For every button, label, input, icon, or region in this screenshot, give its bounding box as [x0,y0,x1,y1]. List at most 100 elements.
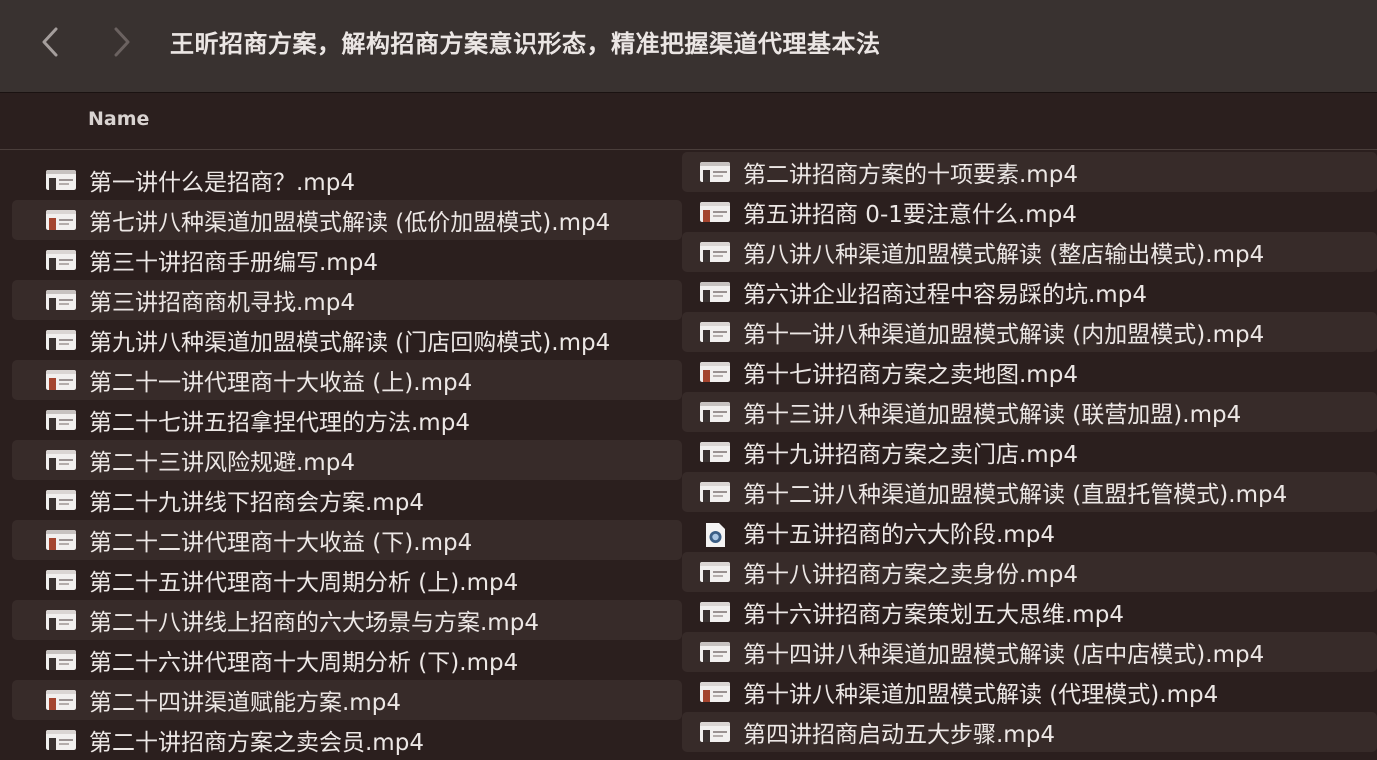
file-name: 第二十一讲代理商十大收益 (上).mp4 [89,370,473,396]
back-button[interactable] [30,22,70,62]
file-row[interactable]: 第十六讲招商方案策划五大思维.mp4 [682,592,1377,632]
file-row[interactable]: 第十七讲招商方案之卖地图.mp4 [682,352,1377,392]
forward-button[interactable] [102,22,142,62]
file-row[interactable]: 第十三讲八种渠道加盟模式解读 (联营加盟).mp4 [682,392,1377,432]
file-list-right: 第二讲招商方案的十项要素.mp4 第五讲招商 0-1要注意什么.mp4 第八讲八种渠… [682,152,1377,752]
file-name: 第三讲招商商机寻找.mp4 [89,290,355,316]
file-name: 第七讲八种渠道加盟模式解读 (低价加盟模式).mp4 [89,210,611,236]
file-name: 第三十讲招商手册编写.mp4 [89,250,378,276]
file-row[interactable]: 第三十讲招商手册编写.mp4 [12,240,682,280]
video-thumbnail-icon [700,562,730,582]
file-name: 第二十二讲代理商十大收益 (下).mp4 [89,530,473,556]
file-name: 第九讲八种渠道加盟模式解读 (门店回购模式).mp4 [89,330,611,356]
file-name: 第一讲什么是招商？.mp4 [89,170,355,196]
file-row[interactable]: 第二十七讲五招拿捏代理的方法.mp4 [12,400,682,440]
file-name: 第十六讲招商方案策划五大思维.mp4 [743,602,1124,628]
window-title: 王昕招商方案，解构招商方案意识形态，精准把握渠道代理基本法 [170,30,881,58]
video-thumbnail-icon [700,482,730,502]
video-thumbnail-icon [46,450,76,470]
video-thumbnail-icon [46,290,76,310]
video-thumbnail-icon [700,722,730,742]
list-header: Name [0,93,1377,150]
video-thumbnail-icon [700,322,730,342]
video-thumbnail-icon [700,362,730,382]
file-name: 第四讲招商启动五大步骤.mp4 [743,722,1055,748]
file-name: 第八讲八种渠道加盟模式解读 (整店输出模式).mp4 [743,242,1265,268]
video-thumbnail-icon [700,162,730,182]
file-name: 第二十六讲代理商十大周期分析 (下).mp4 [89,650,519,676]
file-row[interactable]: 第十二讲八种渠道加盟模式解读 (直盟托管模式).mp4 [682,472,1377,512]
video-thumbnail-icon [46,530,76,550]
file-name: 第十七讲招商方案之卖地图.mp4 [743,362,1078,388]
file-row[interactable]: 第六讲企业招商过程中容易踩的坑.mp4 [682,272,1377,312]
file-row[interactable]: 第十八讲招商方案之卖身份.mp4 [682,552,1377,592]
file-row[interactable]: 第二十四讲渠道赋能方案.mp4 [12,680,682,720]
file-row[interactable]: 第二十二讲代理商十大收益 (下).mp4 [12,520,682,560]
video-thumbnail-icon [46,170,76,190]
file-name: 第十五讲招商的六大阶段.mp4 [743,522,1055,548]
file-name: 第二讲招商方案的十项要素.mp4 [743,162,1078,188]
file-list-left: 第一讲什么是招商？.mp4 第七讲八种渠道加盟模式解读 (低价加盟模式).mp4 第… [12,160,682,760]
file-name: 第六讲企业招商过程中容易踩的坑.mp4 [743,282,1147,308]
video-thumbnail-icon [700,402,730,422]
video-thumbnail-icon [46,690,76,710]
file-name: 第二十七讲五招拿捏代理的方法.mp4 [89,410,470,436]
video-thumbnail-icon [46,410,76,430]
file-row[interactable]: 第二十三讲风险规避.mp4 [12,440,682,480]
chevron-left-icon [42,27,58,57]
file-row[interactable]: 第七讲八种渠道加盟模式解读 (低价加盟模式).mp4 [12,200,682,240]
file-name: 第二十四讲渠道赋能方案.mp4 [89,690,401,716]
video-thumbnail-icon [700,602,730,622]
file-row[interactable]: 第二十五讲代理商十大周期分析 (上).mp4 [12,560,682,600]
chevron-right-icon [114,27,130,57]
video-thumbnail-icon [46,250,76,270]
name-column-header[interactable]: Name [88,108,149,130]
file-row[interactable]: 第十五讲招商的六大阶段.mp4 [682,512,1377,552]
toolbar: 王昕招商方案，解构招商方案意识形态，精准把握渠道代理基本法 [0,0,1377,93]
file-row[interactable]: 第二十八讲线上招商的六大场景与方案.mp4 [12,600,682,640]
file-row[interactable]: 第一讲什么是招商？.mp4 [12,160,682,200]
video-thumbnail-icon [46,610,76,630]
file-name: 第二十三讲风险规避.mp4 [89,450,355,476]
file-row[interactable]: 第二十九讲线下招商会方案.mp4 [12,480,682,520]
video-thumbnail-icon [700,202,730,222]
file-row[interactable]: 第十四讲八种渠道加盟模式解读 (店中店模式).mp4 [682,632,1377,672]
file-row[interactable]: 第十讲八种渠道加盟模式解读 (代理模式).mp4 [682,672,1377,712]
video-thumbnail-icon [46,210,76,230]
video-thumbnail-icon [46,370,76,390]
file-row[interactable]: 第二十讲招商方案之卖会员.mp4 [12,720,682,760]
file-row[interactable]: 第十九讲招商方案之卖门店.mp4 [682,432,1377,472]
file-row[interactable]: 第十一讲八种渠道加盟模式解读 (内加盟模式).mp4 [682,312,1377,352]
file-name: 第十八讲招商方案之卖身份.mp4 [743,562,1078,588]
file-name: 第二十讲招商方案之卖会员.mp4 [89,730,424,756]
file-row[interactable]: 第八讲八种渠道加盟模式解读 (整店输出模式).mp4 [682,232,1377,272]
file-row[interactable]: 第四讲招商启动五大步骤.mp4 [682,712,1377,752]
quicktime-file-icon [700,522,730,547]
video-thumbnail-icon [46,490,76,510]
video-thumbnail-icon [700,642,730,662]
video-thumbnail-icon [46,730,76,750]
video-thumbnail-icon [700,442,730,462]
file-name: 第十讲八种渠道加盟模式解读 (代理模式).mp4 [743,682,1219,708]
file-name: 第二十九讲线下招商会方案.mp4 [89,490,424,516]
video-thumbnail-icon [46,650,76,670]
video-thumbnail-icon [46,570,76,590]
file-name: 第十三讲八种渠道加盟模式解读 (联营加盟).mp4 [743,402,1242,428]
video-thumbnail-icon [46,330,76,350]
file-name: 第十二讲八种渠道加盟模式解读 (直盟托管模式).mp4 [743,482,1288,508]
file-row[interactable]: 第五讲招商 0-1要注意什么.mp4 [682,192,1377,232]
video-thumbnail-icon [700,682,730,702]
file-row[interactable]: 第二十六讲代理商十大周期分析 (下).mp4 [12,640,682,680]
file-name: 第五讲招商 0-1要注意什么.mp4 [743,202,1077,228]
file-row[interactable]: 第二讲招商方案的十项要素.mp4 [682,152,1377,192]
file-row[interactable]: 第二十一讲代理商十大收益 (上).mp4 [12,360,682,400]
file-name: 第二十八讲线上招商的六大场景与方案.mp4 [89,610,539,636]
file-name: 第二十五讲代理商十大周期分析 (上).mp4 [89,570,519,596]
file-row[interactable]: 第九讲八种渠道加盟模式解读 (门店回购模式).mp4 [12,320,682,360]
video-thumbnail-icon [700,242,730,262]
file-row[interactable]: 第三讲招商商机寻找.mp4 [12,280,682,320]
finder-window: 王昕招商方案，解构招商方案意识形态，精准把握渠道代理基本法 Name 第一讲什么… [0,0,1377,760]
video-thumbnail-icon [700,282,730,302]
file-name: 第十一讲八种渠道加盟模式解读 (内加盟模式).mp4 [743,322,1265,348]
file-name: 第十四讲八种渠道加盟模式解读 (店中店模式).mp4 [743,642,1265,668]
